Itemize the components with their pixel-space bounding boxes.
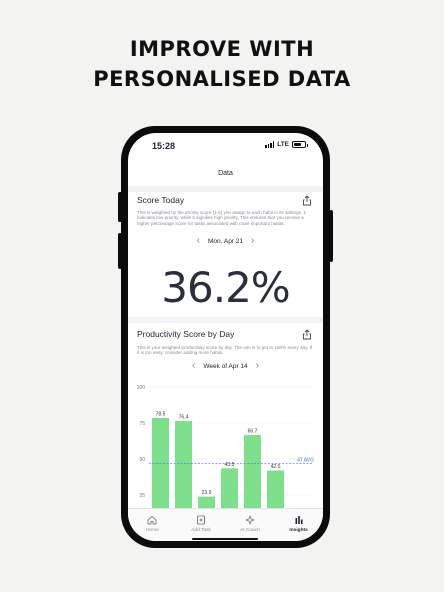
y-tick-label: 100 [137, 385, 146, 391]
y-tick-label: 50 [139, 457, 145, 463]
tab-label: Insights [289, 528, 308, 533]
status-time: 15:28 [152, 141, 176, 151]
headline: IMPROVE WITH PERSONALISED DATA [0, 34, 444, 94]
status-bar: 15:28 LTE [128, 133, 323, 155]
bar-value-label: 78.5 [156, 411, 166, 417]
battery-icon [292, 141, 308, 148]
chart-bar [221, 468, 238, 513]
productivity-description: This is your weighted productivity score… [137, 345, 313, 356]
home-indicator [192, 538, 258, 540]
add-task-icon [197, 515, 206, 525]
date-picker: ‹ Mon, Apr 21 › [128, 236, 323, 246]
score-today-description: This is weighted by the priority score (… [137, 210, 307, 226]
tab-ai-coach[interactable]: AI Coach [226, 509, 275, 541]
bar-value-label: 66.7 [248, 428, 258, 434]
bar-value-label: 23.9 [202, 490, 212, 496]
y-tick-label: 25 [139, 493, 145, 499]
header-divider [128, 186, 323, 192]
chart-bar [175, 420, 192, 513]
signal-icon [265, 141, 275, 148]
score-today-value: 36.2% [161, 263, 290, 312]
chevron-left-icon[interactable]: ‹ [197, 236, 200, 246]
tab-add-task[interactable]: Add Task [177, 509, 226, 541]
chevron-right-icon[interactable]: › [256, 361, 259, 371]
headline-line-1: IMPROVE WITH [129, 37, 315, 61]
app-screen: 15:28 LTE Data Score Today This is weigh… [128, 133, 323, 541]
section-divider [128, 317, 323, 323]
chevron-right-icon[interactable]: › [251, 236, 254, 246]
tab-label: Home [145, 528, 159, 533]
tab-label: Add Task [191, 528, 211, 533]
average-label: 47 AVG [297, 457, 314, 463]
selected-week: Week of Apr 14 [203, 362, 248, 370]
chart-bar [267, 470, 284, 513]
page-title: Data [218, 170, 233, 177]
chevron-left-icon[interactable]: ‹ [192, 361, 195, 371]
network-label: LTE [277, 141, 289, 148]
tab-bar: Home Add Task AI Coach Insights [128, 508, 323, 541]
tab-insights[interactable]: Insights [274, 509, 323, 541]
productivity-bar-chart: 100 75 50 25 78.5 76.4 23.9 43.5 66.7 42.0 47 AVG [137, 385, 314, 513]
productivity-title: Productivity Score by Day [137, 329, 235, 339]
sparkle-icon [244, 515, 255, 525]
score-today-title: Score Today [137, 195, 185, 205]
chart-bar [152, 417, 169, 513]
tab-label: AI Coach [240, 528, 260, 533]
phone-frame: 15:28 LTE Data Score Today This is weigh… [121, 126, 330, 548]
headline-line-2: PERSONALISED DATA [93, 67, 351, 91]
bar-value-label: 43.5 [225, 462, 235, 468]
share-icon[interactable] [302, 329, 312, 340]
status-indicators: LTE [265, 141, 308, 148]
insights-icon [295, 516, 303, 524]
home-icon [147, 515, 157, 525]
bar-value-label: 42.0 [271, 464, 281, 470]
week-picker: ‹ Week of Apr 14 › [128, 361, 323, 371]
bar-value-label: 76.4 [179, 414, 189, 420]
share-icon[interactable] [302, 195, 312, 206]
y-tick-label: 75 [139, 421, 145, 427]
tab-home[interactable]: Home [128, 509, 177, 541]
chart-bar [244, 434, 261, 513]
selected-date: Mon, Apr 21 [207, 237, 244, 245]
